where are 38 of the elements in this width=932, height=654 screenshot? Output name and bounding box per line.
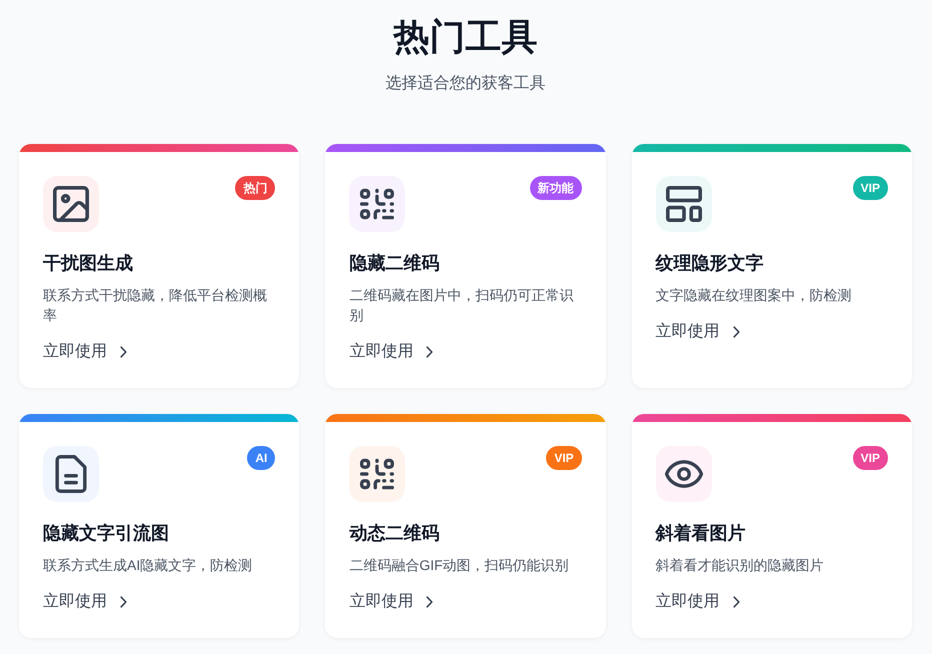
- tool-title: 纹理隐形文字: [656, 252, 764, 275]
- tool-badge: VIP: [852, 446, 888, 470]
- chevron-right-icon: [120, 346, 127, 358]
- chevron-right-icon: [732, 326, 740, 338]
- eye-icon: [656, 446, 712, 502]
- chevron-right-icon: [426, 346, 434, 358]
- tool-description: 斜着看才能识别的隐藏图片: [656, 556, 824, 575]
- tool-description: 联系方式生成AI隐藏文字，防检测: [43, 556, 252, 575]
- tool-description: 二维码融合GIF动图，扫码仍能识别: [349, 556, 569, 575]
- tool-badge: 新功能: [530, 176, 582, 200]
- use-now-link[interactable]: 立即使用: [349, 591, 434, 613]
- tool-badge: 热门: [235, 176, 276, 200]
- tool-title: 隐藏二维码: [349, 252, 440, 275]
- tool-badge: VIP: [852, 176, 888, 200]
- tool-title: 干扰图生成: [43, 252, 133, 275]
- tool-description: 文字隐藏在纹理图案中，防检测: [656, 286, 852, 305]
- tool-title: 隐藏文字引流图: [43, 522, 169, 545]
- document-icon: [43, 446, 99, 502]
- tool-description: 联系方式干扰隐藏，降低平台检测概率: [43, 286, 268, 325]
- tool-title: 动态二维码: [349, 522, 440, 545]
- image-icon: [43, 176, 99, 232]
- chevron-right-icon: [120, 596, 127, 608]
- chevron-right-icon: [426, 596, 434, 608]
- qr-code-icon: [349, 176, 406, 232]
- use-now-link[interactable]: 立即使用: [656, 321, 740, 343]
- qr-code-icon: [349, 446, 406, 502]
- page-title: 热门工具: [394, 15, 538, 59]
- chevron-right-icon: [732, 596, 740, 608]
- layout-icon: [656, 176, 712, 232]
- use-now-link[interactable]: 立即使用: [43, 591, 127, 613]
- tool-description: 二维码藏在图片中，扫码仍可正常识别: [349, 286, 574, 325]
- tool-title: 斜着看图片: [656, 522, 746, 545]
- use-now-link[interactable]: 立即使用: [43, 341, 127, 363]
- tool-badge: AI: [247, 446, 276, 470]
- use-now-link[interactable]: 立即使用: [349, 341, 434, 363]
- tool-badge: VIP: [546, 446, 582, 470]
- use-now-link[interactable]: 立即使用: [656, 591, 740, 613]
- page-subtitle: 选择适合您的获客工具: [386, 74, 546, 94]
